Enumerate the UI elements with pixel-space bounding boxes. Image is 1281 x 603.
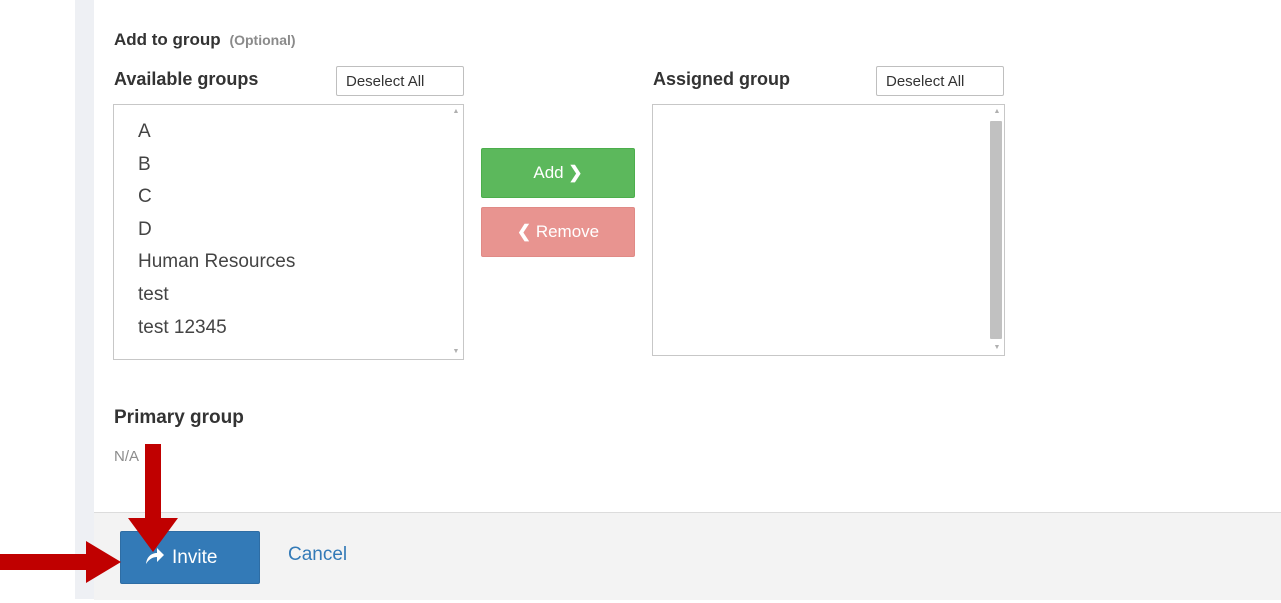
optional-hint: (Optional) — [229, 32, 296, 48]
annotation-arrow-down-icon — [128, 444, 178, 552]
scroll-down-icon[interactable]: ▼ — [993, 344, 1001, 352]
remove-button-label: Remove — [535, 222, 600, 241]
add-button[interactable]: Add ❯ — [481, 148, 635, 198]
chevron-left-icon: ❮ — [516, 222, 532, 241]
available-groups-list: A B C D Human Resources test test 12345 — [114, 105, 463, 344]
primary-group-label: Primary group — [114, 407, 244, 428]
assigned-group-listbox[interactable]: ▲ ▼ — [652, 104, 1005, 356]
add-button-label: Add — [533, 163, 564, 182]
scroll-up-icon[interactable]: ▲ — [452, 108, 460, 116]
section-title-text: Add to group — [114, 30, 221, 49]
available-groups-label: Available groups — [114, 69, 259, 89]
cancel-link[interactable]: Cancel — [288, 544, 347, 566]
list-item[interactable]: Human Resources — [114, 246, 463, 279]
list-item[interactable]: D — [114, 214, 463, 247]
form-footer — [94, 512, 1281, 600]
remove-button[interactable]: ❮ Remove — [481, 207, 635, 257]
scroll-down-icon[interactable]: ▼ — [452, 348, 460, 356]
list-item[interactable]: test — [114, 279, 463, 312]
available-groups-listbox[interactable]: A B C D Human Resources test test 12345 ▲ ▼ — [113, 104, 464, 360]
annotation-arrow-right-icon — [0, 541, 121, 583]
assigned-group-label: Assigned group — [653, 69, 791, 89]
scroll-up-icon[interactable]: ▲ — [993, 108, 1001, 116]
list-item[interactable]: C — [114, 181, 463, 214]
available-deselect-all-button[interactable]: Deselect All — [336, 66, 464, 96]
left-rail — [75, 0, 94, 599]
assigned-deselect-all-button[interactable]: Deselect All — [876, 66, 1004, 96]
list-item[interactable]: A — [114, 116, 463, 149]
chevron-right-icon: ❯ — [568, 163, 583, 182]
list-item[interactable]: test 12345 — [114, 312, 463, 345]
list-item[interactable]: B — [114, 149, 463, 182]
scrollbar-thumb[interactable] — [990, 121, 1002, 339]
section-title: Add to group (Optional) — [114, 30, 296, 50]
